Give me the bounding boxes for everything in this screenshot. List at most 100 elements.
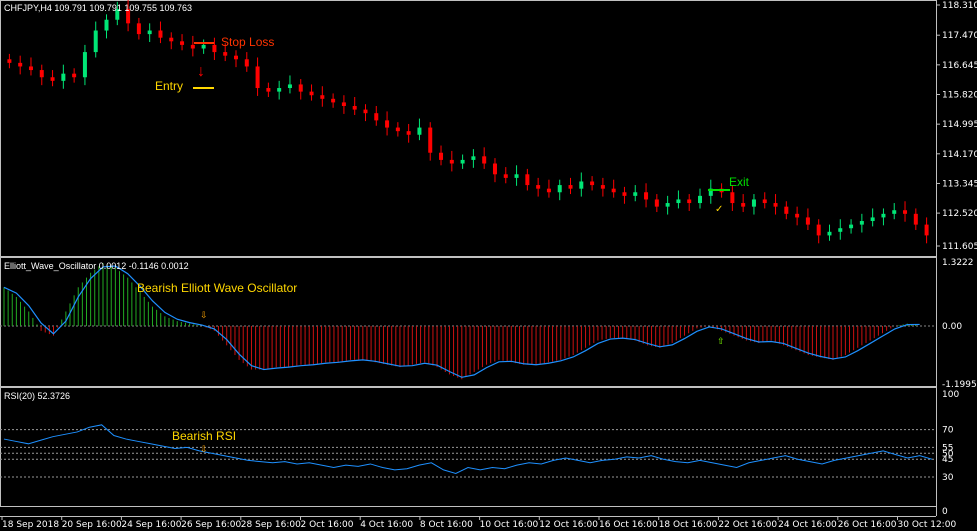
candle-bullish <box>515 174 519 178</box>
candle-bullish <box>61 74 65 81</box>
candle-bearish <box>40 70 44 77</box>
candle-bullish <box>698 196 702 203</box>
price-tick-label: 112.520 <box>942 209 977 219</box>
time-tick-label: 2 Oct 16:00 <box>301 520 354 530</box>
candle-bullish <box>417 128 421 135</box>
symbol-header: CHFJPY,H4 109.791 109.791 109.755 109.76… <box>4 3 192 13</box>
candle-bearish <box>7 59 11 63</box>
candle-bearish <box>439 153 443 160</box>
candle-bearish <box>212 45 216 52</box>
ewo-header: Elliott_Wave_Oscillator 0.0012 -0.1146 0… <box>4 261 189 271</box>
candle-bearish <box>385 120 389 127</box>
price-tick-label: 115.820 <box>942 90 977 100</box>
time-tick-label: 24 Oct 16:00 <box>778 520 837 530</box>
candle-bearish <box>741 203 745 207</box>
candle-bearish <box>806 217 810 224</box>
rsi-tick-label: 30 <box>942 473 954 483</box>
candle-bearish <box>363 110 367 114</box>
candle-bearish <box>320 95 324 99</box>
entry-label: Entry <box>155 79 183 93</box>
candle-bearish <box>72 74 76 78</box>
candle-bearish <box>817 225 821 236</box>
ewo-tick-label: 0.00 <box>942 322 962 332</box>
candle-bullish <box>202 45 206 49</box>
rsi-tick-label: 70 <box>942 426 954 436</box>
candle-bullish <box>461 160 465 164</box>
candle-bullish <box>633 192 637 196</box>
candle-bearish <box>612 189 616 193</box>
time-tick-label: 24 Sep 16:00 <box>121 520 181 530</box>
candle-bullish <box>827 232 831 236</box>
candle-bullish <box>892 210 896 214</box>
rsi-tick-label: 45 <box>942 455 953 465</box>
candle-bearish <box>730 192 734 203</box>
bearish-ewo-label: Bearish Elliott Wave Oscillator <box>137 281 297 295</box>
candle-bearish <box>687 199 691 203</box>
candle-bearish <box>158 31 162 38</box>
time-tick-label: 22 Oct 16:00 <box>718 520 777 530</box>
candle-bearish <box>784 207 788 214</box>
candle-bullish <box>849 225 853 229</box>
candle-bearish <box>536 185 540 189</box>
candle-bullish <box>881 214 885 218</box>
time-tick-label: 20 Sep 16:00 <box>62 520 122 530</box>
candle-bearish <box>504 174 508 178</box>
candle-bearish <box>18 63 22 67</box>
candle-bullish <box>558 185 562 192</box>
rsi-tick-label: 100 <box>942 390 959 400</box>
price-tick-label: 114.995 <box>942 120 977 130</box>
time-tick-label: 28 Sep 16:00 <box>241 520 301 530</box>
ewo-tick-label: 1.3222 <box>942 258 974 268</box>
candle-bearish <box>223 52 227 56</box>
candle-bearish <box>622 192 626 196</box>
chart-window: 118.310117.470116.645115.820114.995114.1… <box>0 0 977 531</box>
time-tick-label: 30 Oct 12:00 <box>898 520 957 530</box>
candle-bearish <box>547 189 551 193</box>
candle-bullish <box>579 181 583 188</box>
time-tick-label: 26 Oct 16:00 <box>838 520 897 530</box>
time-tick-label: 12 Oct 16:00 <box>539 520 598 530</box>
candle-bearish <box>525 174 529 185</box>
price-tick-label: 111.605 <box>942 242 977 252</box>
time-tick-label: 16 Oct 16:00 <box>599 520 658 530</box>
candle-bullish <box>277 88 281 92</box>
check-icon: ✓ <box>715 204 723 215</box>
candle-bearish <box>245 59 249 66</box>
candle-bearish <box>407 131 411 135</box>
candle-bearish <box>795 214 799 218</box>
candle-bearish <box>342 102 346 106</box>
panel-frame <box>1 258 937 387</box>
candle-bullish <box>860 221 864 225</box>
candle-bearish <box>644 192 648 199</box>
time-tick-label: 10 Oct 16:00 <box>480 520 539 530</box>
candle-bullish <box>288 84 292 88</box>
candle-bearish <box>191 45 195 49</box>
candle-bearish <box>925 225 929 236</box>
candle-bullish <box>871 217 875 221</box>
candle-bearish <box>353 106 357 110</box>
bearish-rsi-label: Bearish RSI <box>172 429 236 443</box>
panel-frame <box>1 1 937 257</box>
candle-bullish <box>94 31 98 53</box>
candle-bearish <box>137 23 141 34</box>
candle-bearish <box>590 181 594 185</box>
candle-bullish <box>752 199 756 206</box>
down-arrow-icon: ⇩ <box>200 444 208 454</box>
candle-bullish <box>105 20 109 31</box>
rsi-line <box>4 425 932 474</box>
candle-bearish <box>266 88 270 92</box>
exit-label: Exit <box>729 175 749 189</box>
candle-bullish <box>471 156 475 160</box>
ewo-tick-label: -1.1995 <box>942 380 977 390</box>
candle-bearish <box>169 38 173 42</box>
stop-loss-label: Stop Loss <box>221 35 274 49</box>
candle-bearish <box>493 164 497 175</box>
candle-bearish <box>450 160 454 164</box>
candle-bullish <box>83 52 87 77</box>
candle-bearish <box>914 214 918 225</box>
rsi-header: RSI(20) 52.3726 <box>4 391 70 401</box>
time-tick-label: 8 Oct 16:00 <box>420 520 473 530</box>
up-arrow-icon: ⇧ <box>717 336 725 346</box>
candle-bearish <box>180 41 184 45</box>
candle-bullish <box>838 228 842 232</box>
